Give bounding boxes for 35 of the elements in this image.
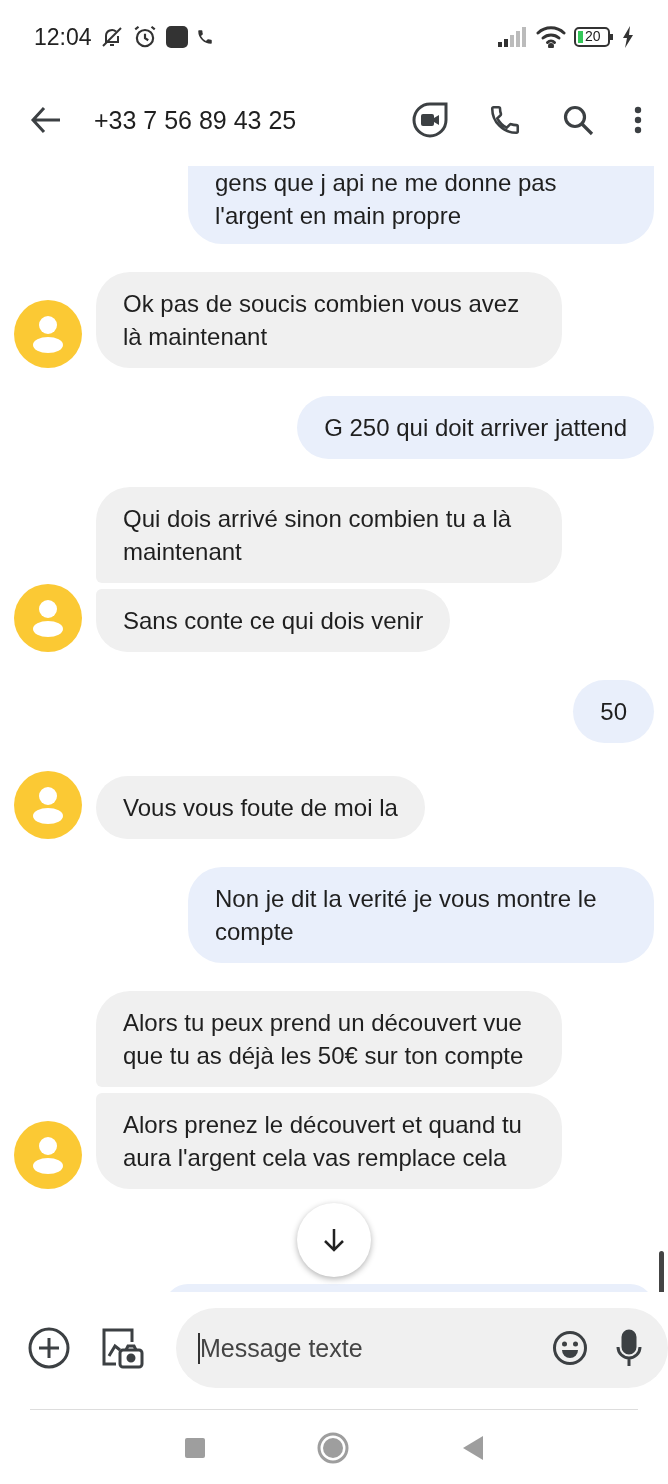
- message-bubble: gens que j api ne me donne pas l'argent en main propre: [188, 166, 654, 244]
- wifi-icon: [536, 26, 566, 48]
- avatar: [14, 771, 82, 839]
- message-bubble: Alors tu peux prend un découvert vue que tu as déjà les 50€ sur ton compte: [96, 991, 562, 1087]
- avatar: [14, 584, 82, 652]
- avatar: [14, 1121, 82, 1189]
- add-button[interactable]: [28, 1327, 70, 1369]
- home-button[interactable]: [317, 1432, 349, 1464]
- text-input[interactable]: Message texte: [198, 1332, 524, 1364]
- clock-time: 12:04: [34, 23, 92, 51]
- message-bubble: 50: [573, 680, 654, 743]
- gallery-camera-button[interactable]: [100, 1326, 144, 1370]
- contact-title: +33 7 56 89 43 25: [94, 105, 297, 135]
- phone-icon: [195, 28, 214, 46]
- microphone-button[interactable]: [616, 1329, 642, 1367]
- more-options-button[interactable]: [634, 106, 642, 134]
- back-button[interactable]: [30, 106, 62, 134]
- arrow-down-icon: [321, 1227, 347, 1253]
- back-nav-button[interactable]: [461, 1436, 483, 1460]
- avatar: [14, 300, 82, 368]
- video-call-button[interactable]: [412, 102, 448, 138]
- search-button[interactable]: [562, 104, 594, 136]
- message-bubble: Non je dit la verité je vous montre le compte: [188, 867, 654, 963]
- charging-icon: [622, 26, 634, 48]
- message-bubble: Qui dois arrivé sinon combien tu a là maintenant: [96, 487, 562, 583]
- emoji-button[interactable]: [552, 1330, 588, 1366]
- app-icon: [165, 26, 188, 48]
- message-field[interactable]: Message texte: [176, 1308, 668, 1388]
- message-bubble: Sans conte ce qui dois venir: [96, 589, 451, 652]
- message-bubble: G 250 qui doit arriver jattend: [297, 396, 654, 459]
- message-bubble: Vous vous foute de moi la: [96, 776, 425, 839]
- signal-icon: [498, 27, 528, 47]
- message-bubble: Ok pas de soucis combien vous avez là maintenant: [96, 272, 562, 368]
- message-bubble: Alors prenez le découvert et quand tu aura l'argent cela vas remplace cela: [96, 1093, 562, 1189]
- call-button[interactable]: [488, 103, 522, 137]
